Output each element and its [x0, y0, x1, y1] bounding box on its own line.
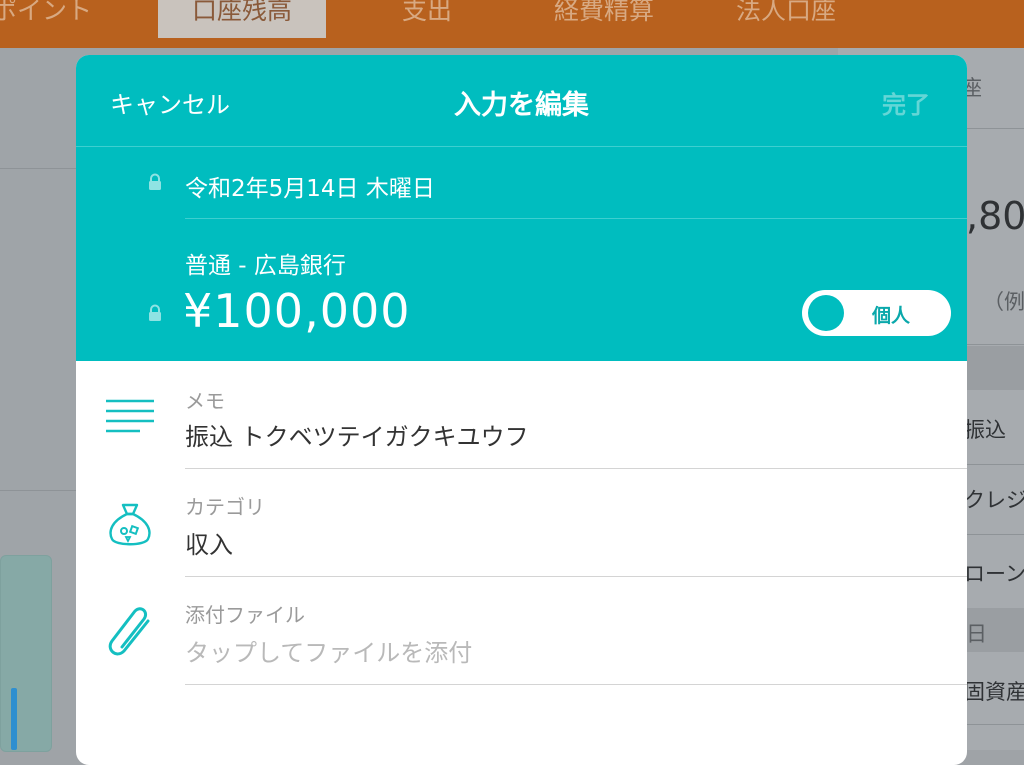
background-divider	[966, 724, 1024, 725]
background-chart-bar	[11, 688, 17, 750]
background-hint-fragment: （例	[983, 290, 1024, 314]
background-divider	[0, 168, 76, 169]
header-divider	[76, 146, 967, 147]
date-value: 令和2年5月14日 木曜日	[185, 176, 435, 202]
modal-header: キャンセル 入力を編集 完了 令和2年5月14日 木曜日 普通 - 広島銀行 ¥…	[76, 55, 967, 361]
paperclip-icon	[108, 607, 150, 656]
category-value: 収入	[185, 531, 233, 559]
row-divider	[185, 684, 967, 685]
background-tab-expense: 支出	[402, 0, 453, 25]
background-chart-card	[0, 555, 52, 752]
memo-lines-icon	[106, 399, 154, 433]
lock-icon	[149, 173, 161, 190]
lock-icon	[149, 304, 161, 321]
background-list-item: クレジ	[964, 488, 1024, 512]
memo-row[interactable]: メモ 振込 トクベツテイガクキユウフ	[76, 361, 967, 469]
background-amount-fragment: ,80	[966, 194, 1024, 238]
done-button[interactable]: 完了	[882, 85, 930, 120]
background-footer-fragment: 固資産	[964, 680, 1024, 704]
amount-value: ¥100,000	[183, 284, 411, 338]
background-tab-points: ポイント	[0, 0, 93, 25]
background-divider	[966, 344, 1024, 345]
modal-title: 入力を編集	[454, 90, 589, 121]
background-tab-bar: ポイント 口座残高 支出 経費精算 法人口座	[0, 0, 1024, 48]
memo-label: メモ	[185, 389, 225, 413]
background-divider	[966, 534, 1024, 535]
background-tab-corporate: 法人口座	[736, 0, 837, 25]
header-divider	[185, 218, 967, 219]
background-section-header	[966, 346, 1024, 390]
toggle-knob	[808, 295, 844, 331]
background-divider	[966, 464, 1024, 465]
background-section-fragment: 日	[966, 622, 987, 646]
attachment-placeholder: タップしてファイルを添付	[185, 639, 473, 667]
category-row[interactable]: カテゴリ 収入	[76, 469, 967, 577]
background-divider	[0, 490, 76, 491]
background-tab-balance: 口座残高	[158, 0, 327, 38]
personal-toggle[interactable]: 個人	[802, 290, 951, 336]
toggle-label: 個人	[872, 305, 911, 327]
account-name: 普通 - 広島銀行	[185, 253, 346, 279]
background-list-item: 振込	[964, 418, 1006, 442]
category-label: カテゴリ	[185, 495, 265, 519]
memo-value: 振込 トクベツテイガクキユウフ	[185, 423, 529, 451]
attachment-label: 添付ファイル	[185, 603, 305, 627]
edit-entry-modal: キャンセル 入力を編集 完了 令和2年5月14日 木曜日 普通 - 広島銀行 ¥…	[76, 55, 967, 765]
attachment-row[interactable]: 添付ファイル タップしてファイルを添付	[76, 577, 967, 685]
money-bag-icon	[109, 503, 151, 546]
background-tab-reimbursement: 経費精算	[554, 0, 655, 25]
background-list-item: ローン	[964, 562, 1024, 586]
